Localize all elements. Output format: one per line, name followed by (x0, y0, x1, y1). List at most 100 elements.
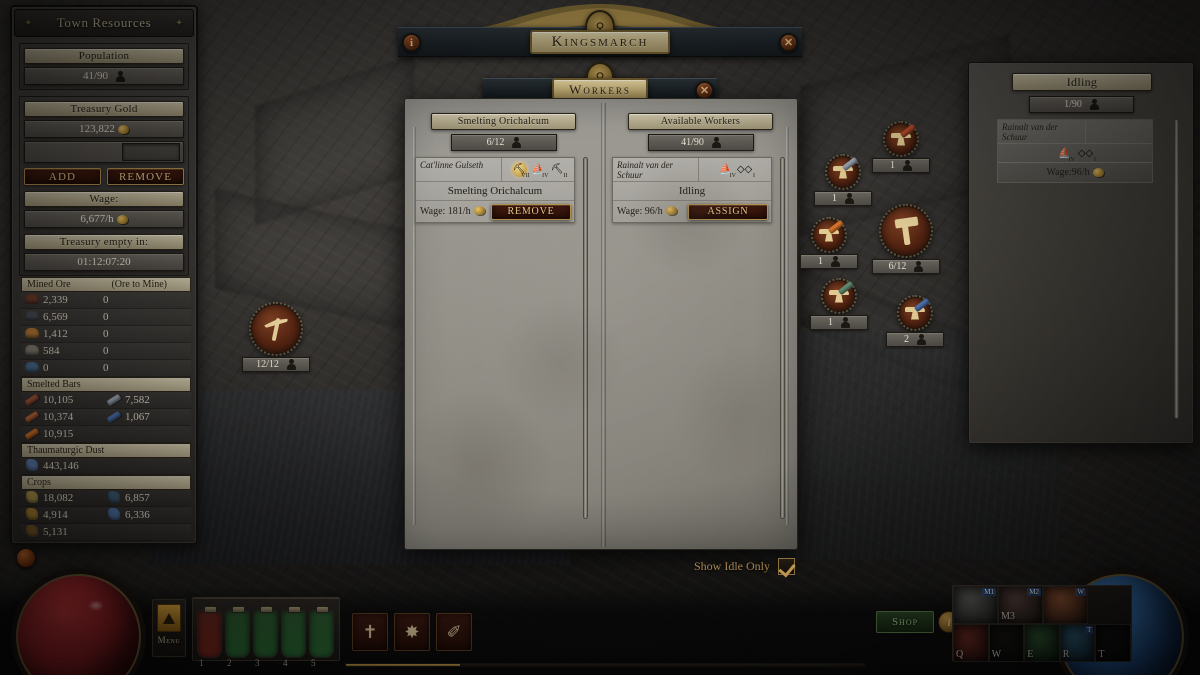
farming-skill-icon: ◇◇ I (1077, 147, 1096, 163)
mined-ore-row: 584 0 (21, 343, 191, 360)
game-screen: ✦ Town Resources ✦ Population 41/90 Trea… (0, 0, 1200, 675)
smelt-node-verisium-count: 2 (886, 332, 944, 347)
map-scroll-icon[interactable]: ✐ (436, 613, 472, 651)
skill-row-top: M1 M2 M3 W (953, 586, 1131, 624)
remove-gold-button[interactable]: REMOVE (107, 168, 184, 185)
idling-count: 1/90 (1064, 99, 1082, 110)
smelt-node-petrified-count: 1 (810, 315, 868, 330)
window-close-button[interactable]: ✕ (779, 33, 798, 52)
smelt-node-crimson: 1 (814, 154, 872, 206)
smelt-node-petrified-button[interactable] (821, 278, 857, 314)
node-person-icon (914, 261, 924, 272)
show-idle-only-control[interactable]: Show Idle Only (694, 558, 795, 575)
treasury-section: Treasury Gold 123,822 ADD REMOVE Wage: 6… (19, 96, 189, 276)
smelt-node-active-button[interactable] (875, 200, 937, 262)
ore-amount: 2,339 (43, 294, 68, 306)
skill-keybind-badge: T (1085, 626, 1094, 634)
skill-slot-w-top[interactable]: W (1043, 586, 1088, 624)
mined-ore-row: 1,412 0 (21, 326, 191, 343)
mining-skill-icon: ⛏ II (550, 164, 568, 179)
skill-slot-r[interactable]: TR (1059, 624, 1096, 662)
utility-flask-4[interactable]: 5 (309, 606, 334, 668)
treasury-gold-value: 123,822 (79, 123, 115, 135)
smelt-node-iron-button[interactable] (883, 121, 919, 157)
ore-to-mine: 0 (103, 294, 109, 306)
skill-slot-t[interactable]: T (1095, 624, 1131, 662)
node-count-value: 1 (818, 256, 823, 267)
pickaxe-skill-icon: ⛏ VII (511, 162, 530, 179)
treasury-gold-value-row: 123,822 (24, 120, 184, 138)
blue-crop-icon (103, 507, 125, 523)
mine-node-button[interactable] (245, 298, 307, 360)
flask-key: 5 (311, 658, 316, 668)
menu-arrow-icon (163, 612, 175, 624)
skill-slot-q[interactable]: Q (953, 624, 989, 662)
ornament-left-icon: ✦ (24, 17, 33, 29)
population-value-row: 41/90 (24, 67, 184, 85)
idling-panel-scrollbar[interactable] (1174, 119, 1179, 419)
background-cliff-1 (255, 54, 415, 226)
worker-card[interactable]: Rainalt van der Schuur ⛵ IV ◇◇ I Idling Wage: … (612, 157, 772, 223)
skill-slot-w[interactable]: W (988, 624, 1025, 662)
idling-worker-skills: ⛵ IV ◇◇ I (998, 144, 1152, 163)
mined-ore-row: 2,339 0 (21, 292, 191, 309)
amount-2: 1,067 (125, 411, 150, 423)
worker-card[interactable]: Cat'linne Gulseth ⛏ VII ⛵ IV ⛏ II Smelting Oric… (415, 157, 575, 223)
idling-card-top-row: Rainalt van der Schuur (998, 120, 1152, 144)
treasury-empty-label: Treasury empty in: (24, 234, 184, 250)
book-right-page: Available Workers 41/90 Rainalt van der … (602, 99, 799, 551)
life-flask[interactable]: 1 (197, 606, 222, 668)
smelting-skill-level: IV (1068, 156, 1075, 163)
right-page-scrollbar[interactable] (780, 157, 785, 519)
mined-ore-header: Mined Ore (Ore to Mine) (21, 277, 191, 292)
gold-amount-input[interactable] (122, 143, 180, 161)
worker-name: Rainalt van der Schuur (613, 158, 699, 181)
utility-flask-2[interactable]: 3 (253, 606, 278, 668)
town-resources-panel: ✦ Town Resources ✦ Population 41/90 Trea… (10, 5, 198, 545)
crimson-ore-icon (21, 310, 43, 324)
flask-cap-icon (260, 606, 273, 613)
menu-button[interactable]: Menu (152, 599, 186, 657)
skill-slot-m2[interactable]: M2 M3 (998, 586, 1043, 624)
wage-value-row: 6,677/h (24, 210, 184, 228)
shop-button[interactable]: Shop (876, 611, 934, 633)
assign-worker-button[interactable]: ASSIGN (688, 203, 768, 220)
node-person-icon (917, 334, 926, 345)
left-page-scrollbar[interactable] (583, 157, 588, 519)
flask-key: 2 (227, 658, 232, 668)
mine-node-count: 12/12 (242, 357, 310, 372)
wisdom-scroll-icon[interactable]: ✸ (394, 613, 430, 651)
skill-slot-e[interactable]: E (1024, 624, 1060, 662)
skill-slot-m1[interactable]: M1 (953, 586, 998, 624)
idling-worker-card[interactable]: Rainalt van der Schuur ⛵ IV ◇◇ I Wage:96/h (997, 119, 1153, 183)
node-count-value: 1 (832, 193, 837, 204)
left-page-count-row: 6/12 (451, 134, 557, 151)
utility-flask-1[interactable]: 2 (225, 606, 250, 668)
ornament-right-icon: ✦ (175, 17, 184, 29)
left-page-count: 6/12 (486, 137, 505, 148)
skill-keybind: R (1062, 649, 1070, 660)
ore-to-mine-title: (Ore to Mine) (111, 279, 167, 290)
portal-scroll-icon[interactable]: ✝ (352, 613, 388, 651)
ore-amount: 6,569 (43, 311, 68, 323)
node-person-icon (831, 256, 840, 267)
skill-bar: M1 M2 M3 W QWETRT (952, 585, 1132, 662)
hammer-icon (891, 216, 921, 246)
window-info-button[interactable]: i (402, 33, 421, 52)
pine-icon (103, 490, 125, 506)
show-idle-only-checkbox[interactable] (778, 558, 795, 575)
farming-skill-level: I (1094, 156, 1096, 163)
add-gold-button[interactable]: ADD (24, 168, 101, 185)
smelt-node-verisium-button[interactable] (897, 295, 933, 331)
remove-worker-button[interactable]: REMOVE (491, 203, 571, 220)
smelting-skill-icon: ⛵ IV (531, 164, 549, 179)
smelt-node-orichalcum-button[interactable] (811, 217, 847, 253)
anvil-icon (829, 280, 855, 303)
amount-1: 10,915 (43, 428, 74, 440)
person-icon (116, 70, 126, 82)
smelt-node-crimson-button[interactable] (825, 154, 861, 190)
smelt-node-crimson-count: 1 (814, 191, 872, 206)
crops-rows: 18,082 6,857 4,914 6,336 5,131 (21, 490, 191, 541)
utility-flask-3[interactable]: 4 (281, 606, 306, 668)
status-orb-icon (16, 548, 36, 568)
